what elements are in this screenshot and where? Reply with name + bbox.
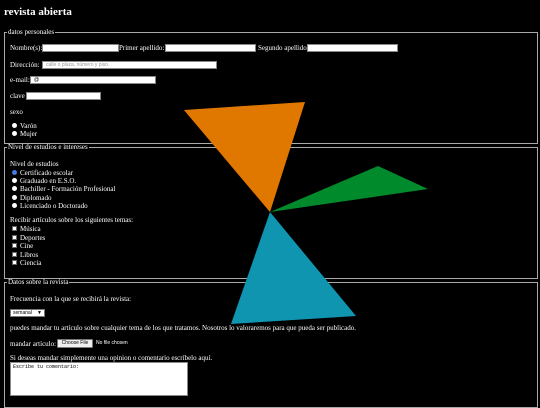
tema-checkbox-cine[interactable]	[12, 243, 17, 248]
email-input[interactable]	[30, 76, 156, 84]
tema-checkbox-libros[interactable]	[12, 252, 17, 257]
email-label: e-mail:	[10, 76, 30, 84]
nivel-radio-licenciado[interactable]	[12, 203, 17, 208]
frecuencia-select[interactable]: semanal ▼	[10, 309, 45, 317]
tema-option-label: Cine	[20, 242, 34, 250]
nivel-radio-certificado[interactable]	[12, 170, 17, 175]
nivel-option-label: Bachiller - Formación Profesional	[20, 185, 116, 193]
sexo-option-label: Mujer	[20, 130, 38, 138]
sexo-radio-mujer[interactable]	[12, 131, 17, 136]
tema-checkbox-deportes[interactable]	[12, 235, 17, 240]
frecuencia-value: semanal	[13, 310, 32, 316]
tema-option-label: Música	[20, 225, 41, 233]
nombre-label: Nombre(s):	[10, 44, 43, 52]
nombre-input[interactable]	[42, 44, 119, 52]
clave-input[interactable]	[26, 92, 101, 100]
frecuencia-label: Frecuencia con la que se recibirá la rev…	[10, 295, 132, 303]
nivel-radio-diplomado[interactable]	[12, 195, 17, 200]
nivel-radio-graduado[interactable]	[12, 178, 17, 183]
nivel-option-label: Diplomado	[20, 194, 52, 202]
estudios-fieldset: Nivel de estudios e intereses	[4, 143, 538, 279]
temas-label: Recibir artículos sobre los siguientes t…	[10, 216, 134, 224]
sexo-radio-varon[interactable]	[12, 123, 17, 128]
segundo-apellido-label: Segundo apellido:	[258, 44, 309, 52]
tema-checkbox-musica[interactable]	[12, 226, 17, 231]
file-status: No file chosen	[96, 340, 128, 346]
nivel-option-label: Graduado en E.S.O.	[20, 177, 77, 185]
nivel-option-label: Certificado escolar	[20, 169, 74, 177]
primer-apellido-label: Primer apellido:	[119, 44, 165, 52]
comentario-label: Si deseas mandar simplemente una opinion…	[10, 354, 213, 362]
estudios-legend: Nivel de estudios e intereses	[8, 143, 88, 151]
tema-option-label: Deportes	[20, 234, 46, 242]
clave-label: clave	[10, 92, 25, 100]
nivel-option-label: Licenciado o Doctorado	[20, 202, 88, 210]
nivel-radio-bachiller[interactable]	[12, 186, 17, 191]
nivel-estudios-label: Nivel de estudios	[10, 160, 59, 168]
direccion-label: Dirección:	[10, 61, 40, 69]
comentario-textarea[interactable]: Escribe tu comentario:	[10, 362, 188, 396]
tema-option-label: Ciencia	[20, 259, 42, 267]
revista-legend: Datos sobre la revista	[8, 278, 69, 286]
chevron-down-icon: ▼	[37, 310, 42, 316]
sexo-label: sexo	[10, 108, 23, 116]
tema-checkbox-ciencia[interactable]	[12, 260, 17, 265]
tema-option-label: Libros	[20, 251, 39, 259]
direccion-input[interactable]	[42, 61, 217, 69]
mandar-articulo-label: mandar artículo:	[10, 340, 57, 348]
choose-file-button[interactable]: Choose File	[57, 339, 93, 348]
articulo-text: puedes mandar tu artículo sobre cualquie…	[10, 324, 356, 332]
segundo-apellido-input[interactable]	[307, 44, 398, 52]
primer-apellido-input[interactable]	[165, 44, 256, 52]
sexo-option-label: Varón	[20, 122, 37, 130]
datos-personales-legend: datos personales	[8, 28, 55, 36]
page-title: revista abierta	[4, 6, 72, 18]
